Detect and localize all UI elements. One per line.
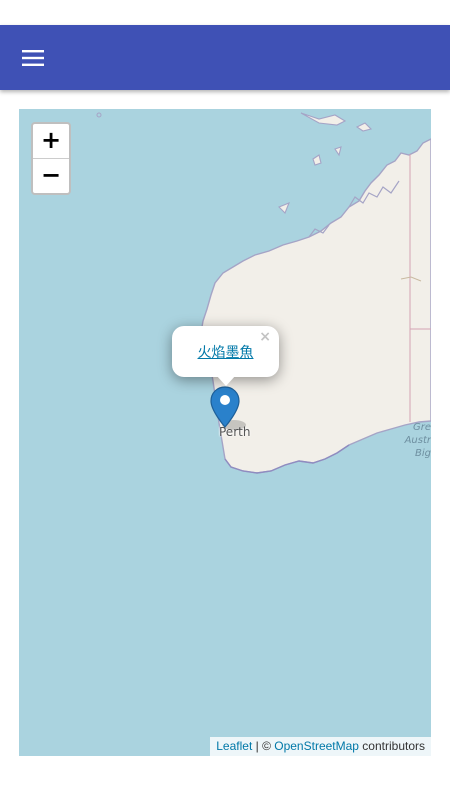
- region-label-line: Austr: [404, 435, 431, 446]
- menu-button[interactable]: [14, 39, 52, 77]
- zoom-control: + −: [31, 122, 71, 195]
- popup-tip: [216, 375, 236, 386]
- region-label: Gre Austr Big: [405, 421, 431, 460]
- hamburger-menu-icon: [22, 50, 44, 66]
- map-pin-icon: [210, 386, 246, 430]
- marker-popup: × 火焰墨魚: [172, 326, 279, 386]
- attribution-separator: | ©: [252, 739, 275, 753]
- region-label-line: Big: [415, 448, 431, 459]
- zoom-out-button[interactable]: −: [33, 158, 69, 193]
- zoom-in-button[interactable]: +: [33, 124, 69, 158]
- leaflet-link[interactable]: Leaflet: [216, 739, 252, 753]
- region-label-line: Gre: [412, 422, 431, 433]
- openstreetmap-link[interactable]: OpenStreetMap: [274, 739, 359, 753]
- map-attribution: Leaflet | © OpenStreetMap contributors: [210, 737, 431, 756]
- popup-link[interactable]: 火焰墨魚: [172, 342, 279, 362]
- app-bar: [0, 25, 450, 90]
- map-marker[interactable]: [210, 385, 250, 438]
- attribution-contributors: contributors: [358, 739, 425, 753]
- map-view[interactable]: + − Perth Gre Austr Big × 火焰墨魚 Leaflet |…: [19, 109, 431, 756]
